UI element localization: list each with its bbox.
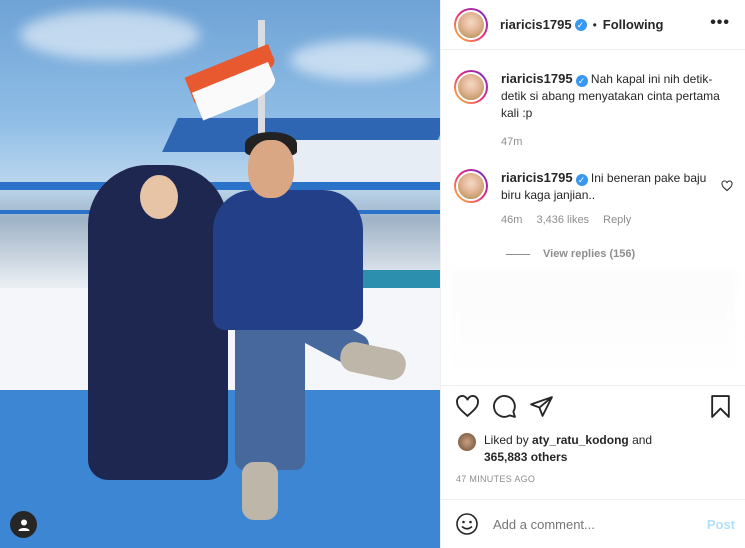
comment-body: riaricis1795 ✓ Ini beneran pake baju biru…	[501, 169, 726, 229]
liked-by-prefix: Liked by	[484, 433, 529, 447]
user-tag-button[interactable]	[10, 511, 37, 538]
cloud	[20, 10, 200, 60]
person-man-head	[248, 140, 294, 198]
post-header: riaricis1795 ✓ • Following •••	[441, 0, 745, 50]
caption-meta: 47m	[501, 134, 726, 151]
caption-body: riaricis1795 ✓ Nah kapal ini nih detik-de…	[501, 70, 726, 151]
share-icon[interactable]	[529, 394, 554, 419]
comment-username[interactable]: riaricis1795	[501, 170, 573, 185]
following-button[interactable]: Following	[603, 17, 664, 32]
header-username[interactable]: riaricis1795	[500, 17, 572, 32]
post-button[interactable]: Post	[707, 517, 735, 532]
post-photo[interactable]	[0, 0, 440, 548]
avatar[interactable]	[454, 70, 488, 104]
separator-dot: •	[592, 17, 597, 32]
comment-meta: 46m 3,436 likes Reply	[501, 212, 726, 229]
comment-heart-icon[interactable]	[721, 180, 733, 192]
verified-badge-icon: ✓	[574, 18, 587, 31]
user-tag-icon	[18, 519, 29, 531]
caption: riaricis1795 ✓ Nah kapal ini nih detik-de…	[454, 70, 739, 151]
cloud	[290, 40, 430, 80]
verified-badge-icon: ✓	[575, 174, 588, 186]
view-replies-label: View replies (156)	[543, 248, 636, 260]
ship-railing	[0, 182, 440, 190]
divider	[441, 385, 745, 386]
shoe	[242, 462, 278, 520]
heart-icon[interactable]	[455, 394, 480, 419]
action-bar	[455, 394, 566, 419]
loading-comments	[451, 270, 736, 380]
verified-badge-icon: ✓	[575, 75, 588, 87]
person-man-jacket	[213, 190, 363, 330]
bookmark-icon[interactable]	[708, 394, 733, 419]
liked-by-user[interactable]: aty_ratu_kodong	[532, 433, 629, 447]
liked-by: Liked by aty_ratu_kodong and 365,883 oth…	[458, 432, 652, 466]
liked-by-others[interactable]: 365,883 others	[484, 450, 567, 464]
avatar[interactable]	[454, 7, 488, 42]
liked-by-text: Liked by aty_ratu_kodong and 365,883 oth…	[484, 432, 652, 466]
post-timestamp[interactable]: 47 MINUTES AGO	[456, 474, 535, 484]
more-icon[interactable]: •••	[710, 14, 730, 32]
post-side-panel: riaricis1795 ✓ • Following ••• riaricis1…	[440, 0, 745, 548]
add-comment-bar: Post	[455, 510, 735, 538]
divider	[441, 499, 745, 500]
comment: riaricis1795 ✓ Ini beneran pake baju biru…	[454, 169, 739, 229]
avatar[interactable]	[454, 169, 488, 203]
comment-input[interactable]	[493, 516, 699, 532]
view-replies-line	[506, 253, 530, 255]
avatar[interactable]	[458, 433, 476, 451]
comment-icon[interactable]	[492, 394, 517, 419]
liked-by-joiner: and	[632, 433, 653, 447]
comment-reply-button[interactable]: Reply	[603, 214, 631, 226]
view-replies-button[interactable]: View replies (156)	[506, 248, 635, 260]
emoji-icon[interactable]	[455, 512, 479, 536]
caption-time[interactable]: 47m	[501, 136, 522, 148]
caption-username[interactable]: riaricis1795	[501, 71, 573, 86]
person-woman-face	[140, 175, 178, 219]
comment-time[interactable]: 46m	[501, 214, 522, 226]
comment-likes[interactable]: 3,436 likes	[536, 214, 589, 226]
